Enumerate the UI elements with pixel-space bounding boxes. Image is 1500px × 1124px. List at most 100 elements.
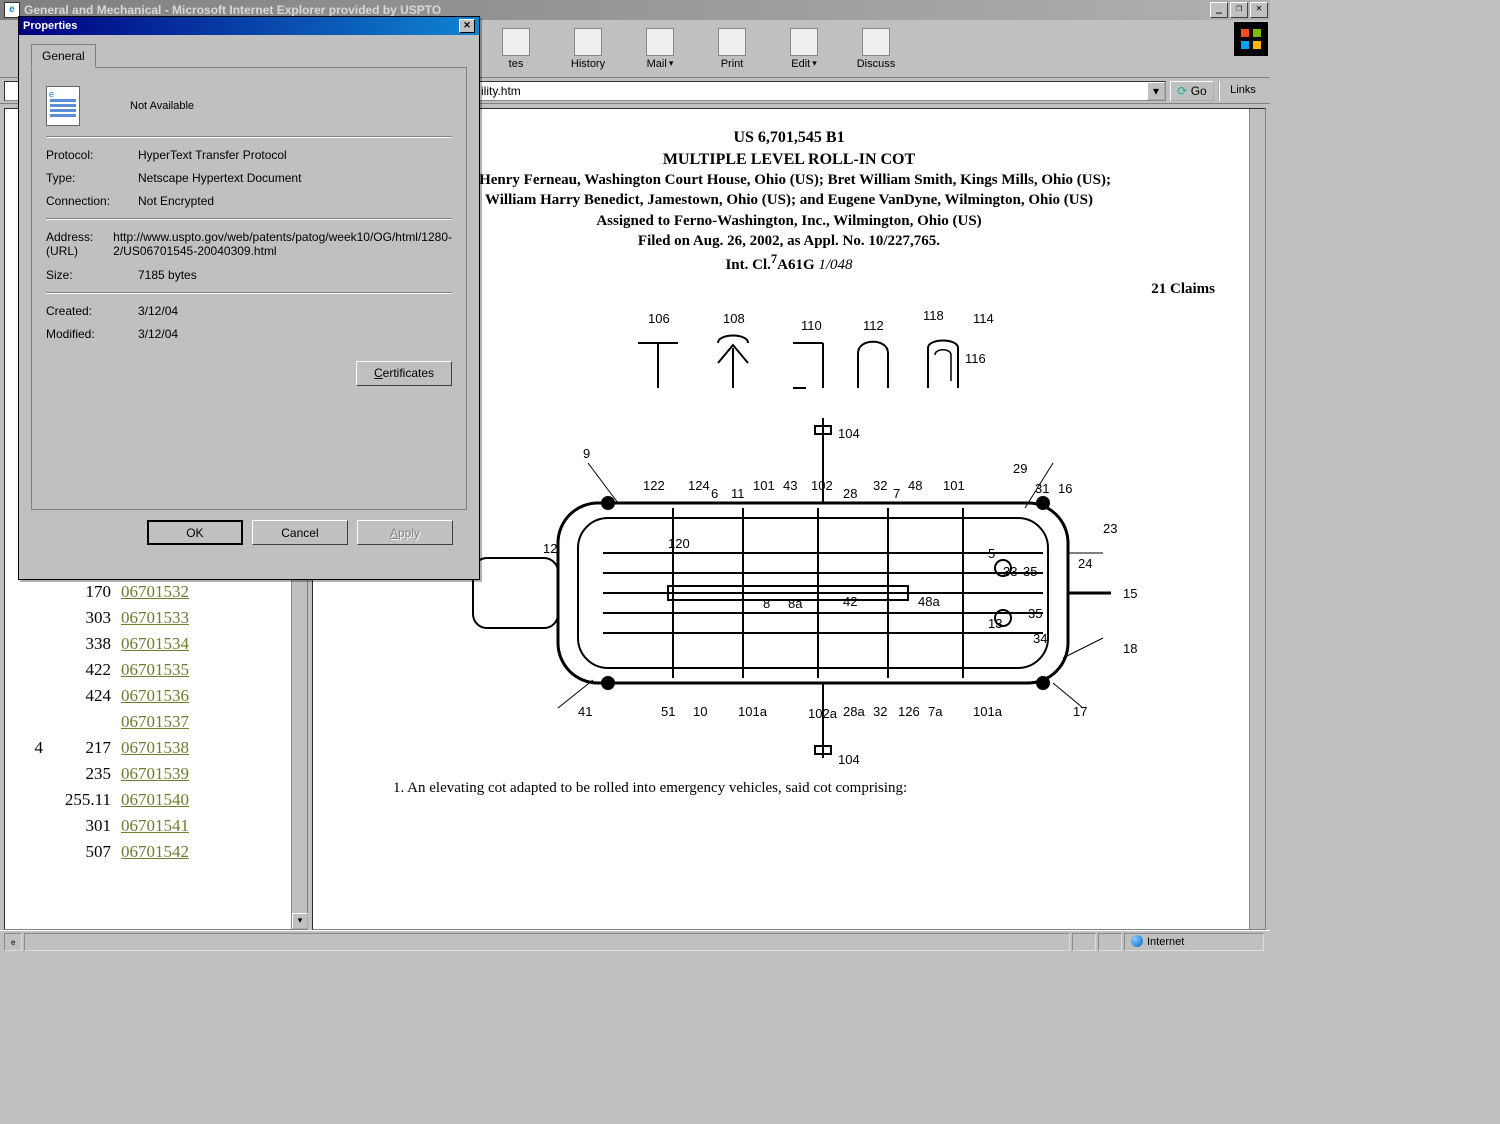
figure-ref-label: 104	[838, 752, 860, 767]
figure-ref-label: 33	[1003, 564, 1017, 579]
figure-ref-label: 7	[893, 486, 900, 501]
favorites-button-partial[interactable]: tes	[480, 26, 552, 72]
figure-ref-label: 17	[1073, 704, 1087, 719]
discuss-button[interactable]: Discuss	[840, 26, 912, 72]
list-item: 17006701532	[13, 579, 283, 605]
properties-dialog: Properties ✕ General e Not Available Pro…	[18, 16, 480, 580]
figure-ref-label: 48	[908, 478, 922, 493]
go-button[interactable]: ⟳ Go	[1170, 81, 1214, 101]
links-toolbar[interactable]: Links	[1218, 81, 1266, 101]
figure-ref-label: 35	[1023, 564, 1037, 579]
figure-ref-label: 51	[661, 704, 675, 719]
apply-button: Apply	[357, 520, 453, 545]
figure-ref-label: 28a	[843, 704, 865, 719]
connection-value: Not Encrypted	[138, 194, 452, 208]
ok-button[interactable]: OK	[147, 520, 243, 545]
print-button[interactable]: Print	[696, 26, 768, 72]
figure-ref-label: 24	[1078, 556, 1092, 571]
patent-figure: 5678910111213151617182324282931323334354…	[443, 308, 1163, 768]
figure-ref-label: 43	[783, 478, 797, 493]
figure-ref-label: 5	[988, 546, 995, 561]
address-dropdown-icon[interactable]: ▾	[1147, 82, 1165, 100]
dialog-tabstrip: General	[31, 43, 467, 68]
figure-ref-label: 102	[811, 478, 833, 493]
figure-ref-label: 10	[693, 704, 707, 719]
document-icon: e	[46, 86, 80, 126]
discuss-icon	[862, 28, 890, 56]
figure-ref-label: 7a	[928, 704, 943, 719]
patent-link[interactable]: 06701540	[121, 790, 189, 809]
window-title: General and Mechanical - Microsoft Inter…	[24, 3, 441, 17]
figure-ref-label: 8	[763, 596, 770, 611]
history-icon	[574, 28, 602, 56]
patent-link[interactable]: 06701542	[121, 842, 189, 861]
created-label: Created:	[46, 304, 138, 318]
edit-icon	[790, 28, 818, 56]
figure-ref-label: 101	[943, 478, 965, 493]
figure-ref-label: 13	[988, 616, 1002, 631]
globe-icon	[1131, 935, 1143, 947]
right-scrollbar[interactable]	[1249, 109, 1265, 929]
minimize-button[interactable]: _	[1210, 2, 1228, 18]
figure-ref-label: 126	[898, 704, 920, 719]
print-icon	[718, 28, 746, 56]
figure-ref-label: 16	[1058, 481, 1072, 496]
patent-link[interactable]: 06701532	[121, 582, 189, 601]
patent-link[interactable]: 06701537	[121, 712, 189, 731]
figure-ref-label: 18	[1123, 641, 1137, 656]
figure-ref-label: 15	[1123, 586, 1137, 601]
certificates-button[interactable]: Certificates	[356, 361, 452, 386]
type-label: Type:	[46, 171, 138, 185]
restore-button[interactable]: ❐	[1230, 2, 1248, 18]
type-value: Netscape Hypertext Document	[138, 171, 452, 185]
figure-ref-label: 12	[543, 541, 557, 556]
figure-ref-label: 11	[731, 486, 745, 501]
address-value[interactable]: http://www.uspto.gov/web/patents/patog/w…	[113, 230, 452, 258]
figure-ref-label: 104	[838, 426, 860, 441]
status-bar: e Internet	[0, 930, 1270, 952]
list-item: 06701537	[13, 709, 283, 735]
patent-link[interactable]: 06701536	[121, 686, 189, 705]
edit-button[interactable]: Edit▾	[768, 26, 840, 72]
figure-ref-label: 101a	[973, 704, 1003, 719]
patent-assigned: Assigned to Ferno-Washington, Inc., Wilm…	[443, 211, 1135, 231]
status-left: e	[4, 933, 22, 951]
status-message	[24, 933, 1070, 951]
figure-ref-label: 48a	[918, 594, 940, 609]
figure-ref-label: 41	[578, 704, 592, 719]
patent-link[interactable]: 06701539	[121, 764, 189, 783]
figure-ref-label: 28	[843, 486, 857, 501]
dialog-close-button[interactable]: ✕	[459, 19, 475, 33]
created-value: 3/12/04	[138, 304, 452, 318]
tab-general[interactable]: General	[31, 44, 96, 68]
close-button[interactable]: ✕	[1250, 2, 1268, 18]
mail-button[interactable]: Mail▾	[624, 26, 696, 72]
figure-ref-label: 116	[965, 351, 986, 366]
connection-label: Connection:	[46, 194, 138, 208]
figure-ref-label: 32	[873, 704, 887, 719]
size-label: Size:	[46, 268, 138, 282]
figure-ref-label: 102a	[808, 706, 838, 721]
dialog-titlebar[interactable]: Properties ✕	[19, 17, 479, 35]
status-zone: Internet	[1124, 933, 1264, 951]
doc-title-value: Not Available	[130, 100, 194, 112]
patent-link[interactable]: 06701534	[121, 634, 189, 653]
list-item: 42206701535	[13, 657, 283, 683]
history-button[interactable]: History	[552, 26, 624, 72]
figure-ref-label: 108	[723, 311, 745, 326]
patent-link[interactable]: 06701541	[121, 816, 189, 835]
scroll-down-icon[interactable]: ▾	[292, 913, 308, 929]
cancel-button[interactable]: Cancel	[252, 520, 348, 545]
status-pad-2	[1098, 933, 1122, 951]
patent-link[interactable]: 06701533	[121, 608, 189, 627]
list-item: 30306701533	[13, 605, 283, 631]
patent-title: MULTIPLE LEVEL ROLL-IN COT	[443, 149, 1135, 171]
figure-ref-label: 101a	[738, 704, 768, 719]
patent-link[interactable]: 06701535	[121, 660, 189, 679]
figure-ref-label: 124	[688, 478, 710, 493]
patent-link[interactable]: 06701538	[121, 738, 189, 757]
patent-claim-1: 1. An elevating cot adapted to be rolled…	[393, 778, 1135, 798]
figure-ref-label: 118	[923, 308, 944, 323]
protocol-label: Protocol:	[46, 148, 138, 162]
list-item: 23506701539	[13, 761, 283, 787]
